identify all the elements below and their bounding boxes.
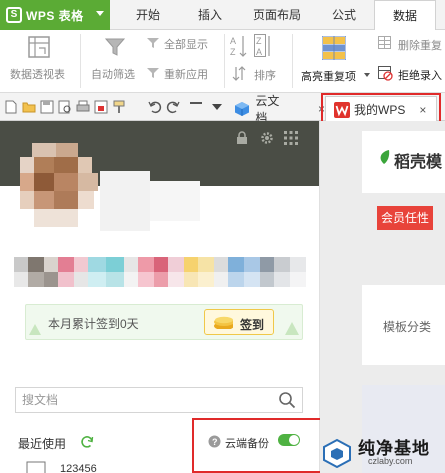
- save-icon[interactable]: [40, 100, 54, 114]
- pivot-table-label: 数据透视表: [10, 69, 65, 81]
- filter-clear-icon: [147, 38, 159, 48]
- username-blur: [150, 181, 200, 221]
- username-blur: [100, 171, 150, 231]
- ribbon-divider: [80, 34, 81, 88]
- cloud-cube-icon: [235, 101, 249, 116]
- new-file-icon[interactable]: [4, 100, 18, 114]
- format-painter-icon[interactable]: [112, 100, 126, 114]
- tab-cloud-docs[interactable]: 云文档 ×: [230, 94, 325, 125]
- ribbon-divider: [292, 34, 293, 88]
- checkin-bar: 本月累计签到0天 签到: [25, 304, 303, 340]
- pivot-table-icon: [28, 36, 50, 58]
- spreadsheet-file-icon: [26, 461, 46, 473]
- checkin-button-label: 签到: [240, 318, 265, 332]
- sort-ascending-button[interactable]: A Z: [230, 34, 250, 60]
- checkin-count-text: 本月累计签到0天: [48, 317, 139, 331]
- search-documents: [15, 387, 303, 413]
- pivot-table-button[interactable]: 数据透视表: [4, 30, 74, 90]
- coins-icon: [214, 316, 233, 329]
- tab-data[interactable]: 数据: [374, 0, 436, 31]
- sort-descending-icon: Z A: [254, 34, 270, 57]
- wps-logo-icon: S: [6, 7, 22, 23]
- ribbon: 数据透视表 自动筛选 全部显示 重新应用 A Z Z A 排序 高亮重复项 删除…: [0, 30, 445, 93]
- chevron-down-icon: [364, 73, 370, 77]
- tab-start[interactable]: 开始: [122, 0, 174, 30]
- auto-filter-label: 自动筛选: [91, 69, 135, 81]
- auto-filter-button[interactable]: 自动筛选: [88, 30, 144, 90]
- ribbon-divider: [224, 34, 225, 88]
- svg-text:A: A: [230, 36, 236, 46]
- sort-ascending-icon: A Z: [230, 36, 247, 57]
- refresh-icon[interactable]: [80, 435, 94, 449]
- svg-text:A: A: [256, 47, 262, 57]
- chevron-down-icon: [96, 11, 104, 16]
- menu-bar: S WPS 表格 开始 插入 页面布局 公式 数据: [0, 0, 445, 31]
- app-name: WPS 表格: [26, 8, 84, 23]
- sort-button[interactable]: 排序: [232, 64, 282, 86]
- highlight-frame: [192, 418, 339, 473]
- svg-text:Z: Z: [230, 47, 236, 57]
- pdf-export-icon[interactable]: [94, 100, 108, 114]
- tree-decoration-icon: [29, 324, 41, 335]
- svg-text:Z: Z: [256, 36, 262, 46]
- tab-page-layout[interactable]: 页面布局: [245, 0, 309, 30]
- sort-descending-button[interactable]: Z A: [254, 34, 274, 60]
- open-folder-icon[interactable]: [22, 100, 36, 114]
- customize-toolbar-dropdown-icon[interactable]: [212, 104, 222, 110]
- grid-menu-icon[interactable]: [284, 131, 298, 145]
- recent-file-name[interactable]: 123456: [60, 463, 97, 473]
- reapply-button[interactable]: 重新应用: [146, 64, 218, 84]
- lock-icon[interactable]: [236, 131, 248, 145]
- redo-icon[interactable]: [166, 100, 180, 114]
- reject-duplicates-button[interactable]: 拒绝录入: [378, 65, 445, 85]
- tree-decoration-icon: [285, 322, 299, 335]
- filter-refresh-icon: [147, 68, 159, 78]
- remove-duplicates-button[interactable]: 删除重复: [378, 35, 445, 55]
- highlight-duplicates-button[interactable]: 高亮重复项: [298, 30, 370, 90]
- print-icon[interactable]: [76, 100, 90, 114]
- undo-icon[interactable]: [148, 100, 162, 114]
- search-input[interactable]: [22, 391, 272, 409]
- docer-leaf-icon: [380, 150, 390, 164]
- show-all-label: 全部显示: [164, 39, 208, 51]
- member-badge[interactable]: 会员任性: [377, 206, 434, 230]
- reject-entry-icon: [378, 66, 393, 81]
- watermark-logo-icon: [323, 438, 351, 468]
- template-category-label[interactable]: 模板分类: [383, 318, 431, 335]
- print-preview-icon[interactable]: [58, 100, 72, 114]
- reapply-label: 重新应用: [164, 69, 208, 81]
- tab-formula[interactable]: 公式: [320, 0, 368, 30]
- reject-duplicates-label: 拒绝录入: [398, 70, 442, 82]
- customize-line: [190, 102, 202, 104]
- search-icon[interactable]: [278, 391, 296, 409]
- member-info-blurred: [14, 257, 306, 287]
- remove-duplicates-label: 删除重复: [398, 40, 442, 52]
- sort-label: 排序: [254, 70, 276, 82]
- watermark-url: czlaby.com: [368, 456, 413, 466]
- app-menu-button[interactable]: S WPS 表格: [0, 0, 110, 30]
- sort-icon: [232, 66, 246, 81]
- highlight-duplicates-label: 高亮重复项: [301, 71, 356, 83]
- recent-used-label: 最近使用: [18, 437, 67, 451]
- docer-title: 稻壳模: [394, 154, 443, 171]
- highlight-duplicates-icon: [322, 36, 346, 60]
- gear-icon[interactable]: [260, 131, 274, 145]
- checkin-button[interactable]: 签到: [204, 309, 274, 335]
- filter-icon: [104, 38, 126, 56]
- watermark: 纯净基地 czlaby.com: [322, 432, 445, 473]
- avatar[interactable]: [20, 143, 100, 233]
- show-all-button[interactable]: 全部显示: [146, 34, 218, 54]
- remove-duplicates-icon: [378, 36, 391, 49]
- tab-insert[interactable]: 插入: [186, 0, 234, 30]
